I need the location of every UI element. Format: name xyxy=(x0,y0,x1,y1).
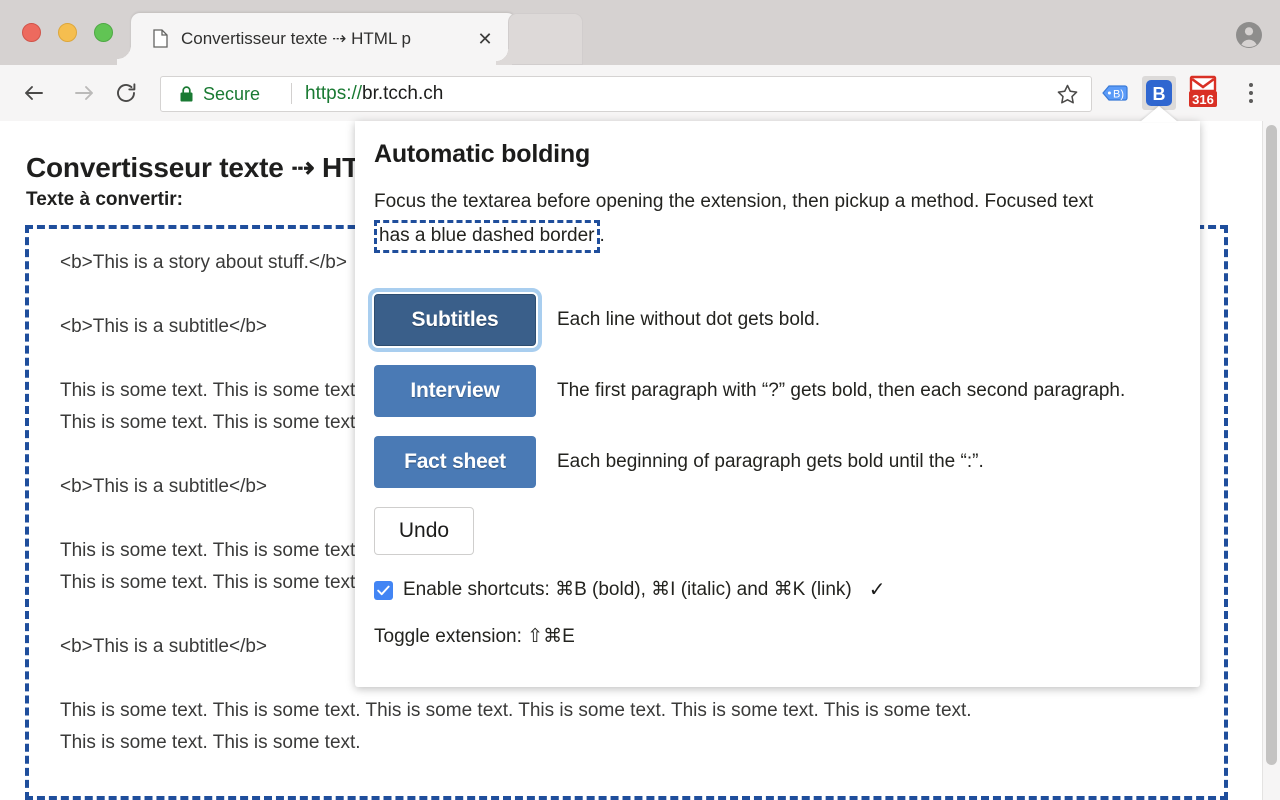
back-button[interactable] xyxy=(18,77,50,109)
interview-description: The first paragraph with “?” gets bold, … xyxy=(557,380,1126,401)
minimize-window-button[interactable] xyxy=(58,23,77,42)
omnibox-divider xyxy=(291,83,292,104)
url-text: https://br.tcch.ch xyxy=(305,82,443,106)
enable-shortcuts-checkbox[interactable] xyxy=(374,580,393,600)
lock-icon xyxy=(180,86,193,102)
page-scrollbar[interactable] xyxy=(1262,121,1280,800)
page-scrollbar-thumb[interactable] xyxy=(1266,125,1277,765)
textarea-paragraph: This is some text. This is some text. Th… xyxy=(60,700,972,753)
subtitles-button[interactable]: Subtitles xyxy=(374,294,536,346)
address-bar[interactable]: Secure https://br.tcch.ch xyxy=(160,76,1092,112)
browser-tab-active[interactable]: Convertisseur texte ⇢ HTML p ✕ xyxy=(117,13,516,65)
tag-extension-icon[interactable]: B) xyxy=(1098,76,1132,110)
svg-text:B): B) xyxy=(1113,89,1124,101)
url-host: br.tcch.ch xyxy=(362,83,444,104)
zoom-window-button[interactable] xyxy=(94,23,113,42)
menu-dot xyxy=(1249,99,1253,103)
three-dots-icon[interactable] xyxy=(1240,79,1262,107)
method-row-subtitles: Subtitles Each line without dot gets bol… xyxy=(374,294,1184,346)
popup-description-highlight: has a blue dashed border xyxy=(374,220,600,253)
subtitles-description: Each line without dot gets bold. xyxy=(557,309,821,330)
popup-description-before: Focus the textarea before opening the ex… xyxy=(374,191,1094,212)
interview-button[interactable]: Interview xyxy=(374,365,536,417)
method-row-fact-sheet: Fact sheet Each beginning of paragraph g… xyxy=(374,436,1184,488)
tab-strip: Convertisseur texte ⇢ HTML p ✕ xyxy=(0,0,1280,65)
extension-popup: Automatic bolding Focus the textarea bef… xyxy=(355,121,1200,687)
page-icon xyxy=(153,29,168,48)
url-scheme: https:// xyxy=(305,83,363,104)
popup-arrow xyxy=(1140,106,1178,122)
undo-button[interactable]: Undo xyxy=(374,507,474,555)
shortcuts-confirm-icon: ✓ xyxy=(868,579,886,601)
menu-dot xyxy=(1249,83,1253,87)
browser-tab-inactive[interactable] xyxy=(496,13,583,65)
tab-title: Convertisseur texte ⇢ HTML p xyxy=(181,29,411,48)
toggle-extension-label: Toggle extension: ⇧⌘E xyxy=(374,626,575,647)
fact-sheet-description: Each beginning of paragraph gets bold un… xyxy=(557,451,984,472)
close-window-button[interactable] xyxy=(22,23,41,42)
window-traffic-lights xyxy=(22,23,113,42)
gmail-icon[interactable]: 316 xyxy=(1186,75,1220,110)
gmail-badge-count: 316 xyxy=(1192,92,1214,107)
popup-description: Focus the textarea before opening the ex… xyxy=(374,185,1180,253)
method-row-interview: Interview The first paragraph with “?” g… xyxy=(374,365,1184,417)
reload-button[interactable] xyxy=(110,77,142,109)
tab-close-icon[interactable]: ✕ xyxy=(476,30,494,48)
menu-dot xyxy=(1249,91,1253,95)
fact-sheet-button[interactable]: Fact sheet xyxy=(374,436,536,488)
browser-window: Convertisseur texte ⇢ HTML p ✕ Secure ht… xyxy=(0,0,1280,800)
browser-toolbar: Secure https://br.tcch.ch B) B 316 xyxy=(0,65,1280,122)
textarea-label: Texte à convertir: xyxy=(26,189,183,210)
enable-shortcuts-row[interactable]: Enable shortcuts: ⌘B (bold), ⌘I (italic)… xyxy=(374,577,886,603)
enable-shortcuts-label: Enable shortcuts: ⌘B (bold), ⌘I (italic)… xyxy=(403,579,852,600)
security-label: Secure xyxy=(203,84,261,104)
star-icon[interactable] xyxy=(1056,83,1079,106)
popup-title: Automatic bolding xyxy=(374,140,591,168)
forward-button xyxy=(68,77,100,109)
bold-extension-icon[interactable]: B xyxy=(1142,76,1176,110)
svg-text:B: B xyxy=(1153,84,1166,104)
popup-description-after: . xyxy=(599,225,605,246)
avatar[interactable] xyxy=(1232,18,1266,52)
